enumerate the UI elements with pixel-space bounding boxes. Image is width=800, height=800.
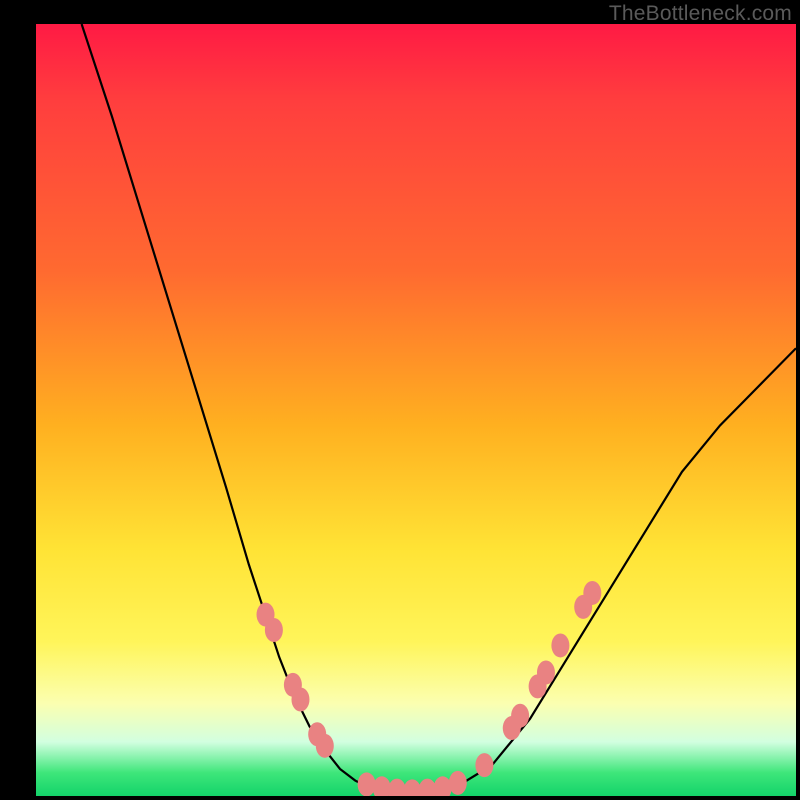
curve-marker: [434, 776, 452, 796]
curve-marker: [449, 771, 467, 795]
curve-marker: [291, 688, 309, 712]
curve-marker: [403, 779, 421, 796]
curve-marker: [475, 753, 493, 777]
plot-area: [36, 24, 796, 796]
curve-marker: [551, 633, 569, 657]
curve-marker: [583, 581, 601, 605]
curve-marker: [358, 772, 376, 796]
chart-frame: TheBottleneck.com: [0, 0, 800, 800]
curve-marker: [388, 779, 406, 796]
curve-marker: [265, 618, 283, 642]
watermark-text: TheBottleneck.com: [609, 2, 792, 26]
curve-marker: [373, 776, 391, 796]
curve-marker: [316, 734, 334, 758]
curve-marker: [511, 704, 529, 728]
curve-layer: [36, 24, 796, 796]
bottleneck-curve: [82, 24, 796, 794]
curve-marker: [537, 660, 555, 684]
